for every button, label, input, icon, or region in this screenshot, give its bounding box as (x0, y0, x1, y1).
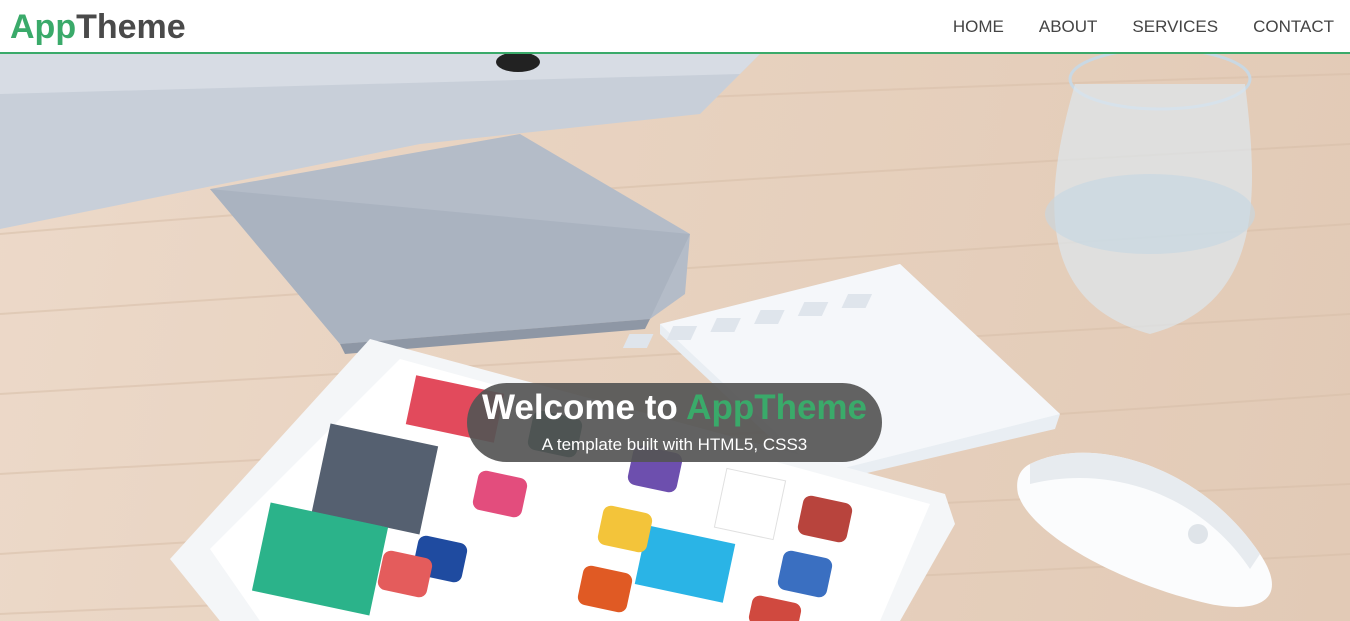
logo[interactable]: AppTheme (10, 7, 186, 47)
hero-section: Welcome to AppTheme A template built wit… (0, 54, 1350, 621)
glass-icon (1045, 54, 1255, 334)
hero-background-image (0, 54, 1350, 621)
mouse-icon (1017, 452, 1272, 607)
nav-home-link[interactable]: HOME (953, 16, 1004, 38)
hero-subtitle: A template built with HTML5, CSS3 (541, 435, 808, 454)
hero-title-brand: AppTheme (686, 388, 868, 427)
logo-main: Theme (76, 8, 186, 46)
nav-contact-link[interactable]: CONTACT (1253, 16, 1334, 38)
main-nav: HOME ABOUT SERVICES CONTACT (918, 16, 1334, 38)
monitor-icon (0, 54, 760, 354)
navbar: AppTheme HOME ABOUT SERVICES CONTACT (0, 0, 1350, 54)
hero-title-prefix: Welcome to (481, 388, 678, 427)
welcome-banner: Welcome to AppTheme A template built wit… (467, 383, 882, 462)
nav-about-link[interactable]: ABOUT (1039, 16, 1098, 38)
hero-title: Welcome to AppTheme (467, 388, 882, 428)
nav-services-link[interactable]: SERVICES (1132, 16, 1218, 38)
logo-accent: App (10, 8, 77, 46)
